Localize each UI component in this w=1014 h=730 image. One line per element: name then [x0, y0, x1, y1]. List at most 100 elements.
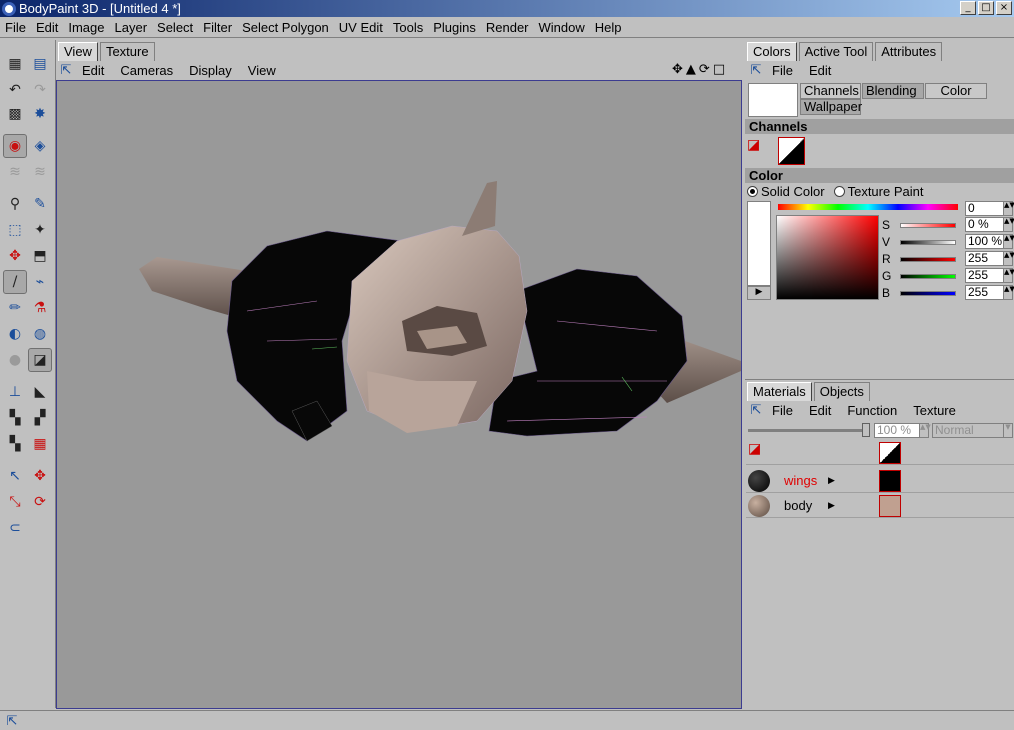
- colors-pin-icon[interactable]: ⇱: [748, 62, 764, 78]
- eyedropper-icon[interactable]: ⚗: [28, 296, 52, 320]
- colors-menu-edit[interactable]: Edit: [801, 63, 839, 78]
- layer-color-thumb[interactable]: [879, 442, 901, 464]
- brush-icon[interactable]: /: [3, 270, 27, 294]
- texture-paint-radio[interactable]: [833, 186, 845, 197]
- menu-image[interactable]: Image: [63, 20, 109, 35]
- maximize-button[interactable]: □: [978, 1, 994, 15]
- rect-select-icon[interactable]: ⬚: [3, 218, 27, 242]
- clone-icon[interactable]: ◍: [28, 322, 52, 346]
- g-slider[interactable]: [900, 273, 956, 279]
- menu-filter[interactable]: Filter: [198, 20, 237, 35]
- uv-checker-icon[interactable]: ▚: [3, 432, 27, 456]
- material-row-wings[interactable]: wings ▶: [746, 469, 1014, 493]
- tab-materials[interactable]: Materials: [747, 382, 812, 401]
- tab-objects[interactable]: Objects: [813, 382, 870, 401]
- wallpaper-button[interactable]: Wallpaper: [800, 99, 862, 115]
- hair-icon[interactable]: ≋: [3, 160, 27, 184]
- layout-icon[interactable]: ▦: [3, 52, 27, 76]
- materials-menu-edit[interactable]: Edit: [801, 403, 839, 418]
- magic-wand-icon[interactable]: ✦: [28, 218, 52, 242]
- channel-color-icon[interactable]: [778, 137, 805, 165]
- lasso-icon[interactable]: ✎: [28, 192, 52, 216]
- b-slider[interactable]: [900, 290, 956, 296]
- saturation-value-picker[interactable]: [776, 215, 879, 300]
- view-menu-cameras[interactable]: Cameras: [112, 63, 181, 78]
- uv-grid-icon[interactable]: ▦: [28, 432, 52, 456]
- b-value-field[interactable]: 255 ▲▼: [965, 285, 1014, 300]
- body-material-name[interactable]: body: [784, 498, 824, 513]
- color-circle-icon[interactable]: ●: [3, 348, 27, 372]
- materials-menu-file[interactable]: File: [764, 403, 801, 418]
- maximize-view-icon[interactable]: □: [713, 62, 725, 77]
- uv-scale-icon[interactable]: ⤡: [3, 490, 27, 514]
- menu-window[interactable]: Window: [534, 20, 590, 35]
- menu-help[interactable]: Help: [590, 20, 627, 35]
- tab-view[interactable]: View: [58, 42, 98, 61]
- colors-menu-file[interactable]: File: [764, 63, 801, 78]
- menu-render[interactable]: Render: [481, 20, 534, 35]
- select-arrow-icon[interactable]: ↖: [3, 464, 27, 488]
- current-color-swatch[interactable]: [748, 83, 798, 117]
- menu-select-polygon[interactable]: Select Polygon: [237, 20, 334, 35]
- s-slider[interactable]: [900, 222, 956, 228]
- v-value-field[interactable]: 100 % ▲▼: [965, 234, 1014, 249]
- menu-uv-edit[interactable]: UV Edit: [334, 20, 388, 35]
- close-button[interactable]: ×: [996, 1, 1012, 15]
- uv-rotate-icon[interactable]: ⟳: [28, 490, 52, 514]
- body-expand-icon[interactable]: ▶: [828, 501, 835, 511]
- airbrush-icon[interactable]: ⌁: [28, 270, 52, 294]
- texture-checker-icon[interactable]: ◈: [28, 134, 52, 158]
- blend-mode-select[interactable]: Normal ▼: [932, 423, 1013, 438]
- checker-2-icon[interactable]: ▞: [28, 406, 52, 430]
- paint-wizard-icon[interactable]: ✸: [28, 102, 52, 126]
- layout-manager-icon[interactable]: ▤: [28, 52, 52, 76]
- r-value-field[interactable]: 255 ▲▼: [965, 251, 1014, 266]
- move-icon[interactable]: ✥: [3, 244, 27, 268]
- wings-texture-thumb[interactable]: [879, 470, 901, 492]
- r-slider[interactable]: [900, 256, 956, 262]
- rotate-icon[interactable]: ⟳: [699, 62, 710, 77]
- view-menu-edit[interactable]: Edit: [74, 63, 112, 78]
- opacity-slider[interactable]: [748, 429, 870, 432]
- color-swatch-icon[interactable]: ◪: [28, 348, 52, 372]
- pan-icon[interactable]: ✥: [672, 62, 683, 77]
- pin-icon[interactable]: ⇱: [58, 62, 74, 78]
- materials-menu-texture[interactable]: Texture: [905, 403, 964, 418]
- material-row-body[interactable]: body ▶: [746, 494, 1014, 518]
- hue-spectrum[interactable]: [778, 204, 958, 210]
- materials-pin-icon[interactable]: ⇱: [748, 402, 764, 418]
- pencil-icon[interactable]: ✏: [3, 296, 27, 320]
- undo-icon[interactable]: ↶: [3, 78, 27, 102]
- menu-select[interactable]: Select: [152, 20, 198, 35]
- minimize-button[interactable]: _: [960, 1, 976, 15]
- body-texture-thumb[interactable]: [879, 495, 901, 517]
- menu-plugins[interactable]: Plugins: [428, 20, 481, 35]
- layer-reset-icon[interactable]: ◪: [748, 441, 774, 465]
- tab-active-tool[interactable]: Active Tool: [798, 42, 874, 61]
- tab-colors[interactable]: Colors: [747, 42, 797, 61]
- reset-colors-icon[interactable]: ◪: [747, 137, 771, 163]
- redo-icon[interactable]: ↷: [28, 78, 52, 102]
- magnifier-icon[interactable]: ⚲: [3, 192, 27, 216]
- wire-icon[interactable]: ◣: [28, 380, 52, 404]
- g-value-field[interactable]: 255 ▲▼: [965, 268, 1014, 283]
- opacity-slider-handle[interactable]: [862, 423, 870, 437]
- wings-expand-icon[interactable]: ▶: [828, 476, 835, 486]
- menu-edit[interactable]: Edit: [31, 20, 63, 35]
- paint-setup-icon[interactable]: ◉: [3, 134, 27, 158]
- 3d-viewport[interactable]: [56, 80, 742, 709]
- view-menu-display[interactable]: Display: [181, 63, 240, 78]
- expand-arrow-icon[interactable]: ▶: [747, 286, 771, 300]
- solid-color-radio[interactable]: [747, 186, 758, 197]
- material-layer-row[interactable]: ◪: [746, 441, 1014, 465]
- wings-material-name[interactable]: wings: [784, 473, 824, 488]
- transform-icon[interactable]: ⬒: [28, 244, 52, 268]
- uv-move-icon[interactable]: ✥: [28, 464, 52, 488]
- color-button[interactable]: Color: [925, 83, 987, 99]
- blending-button[interactable]: Blending: [862, 83, 924, 99]
- tab-attributes[interactable]: Attributes: [875, 42, 943, 61]
- hair-2-icon[interactable]: ≋: [28, 160, 52, 184]
- menu-file[interactable]: File: [0, 20, 31, 35]
- render-view-icon[interactable]: ▩: [3, 102, 27, 126]
- view-menu-view[interactable]: View: [240, 63, 284, 78]
